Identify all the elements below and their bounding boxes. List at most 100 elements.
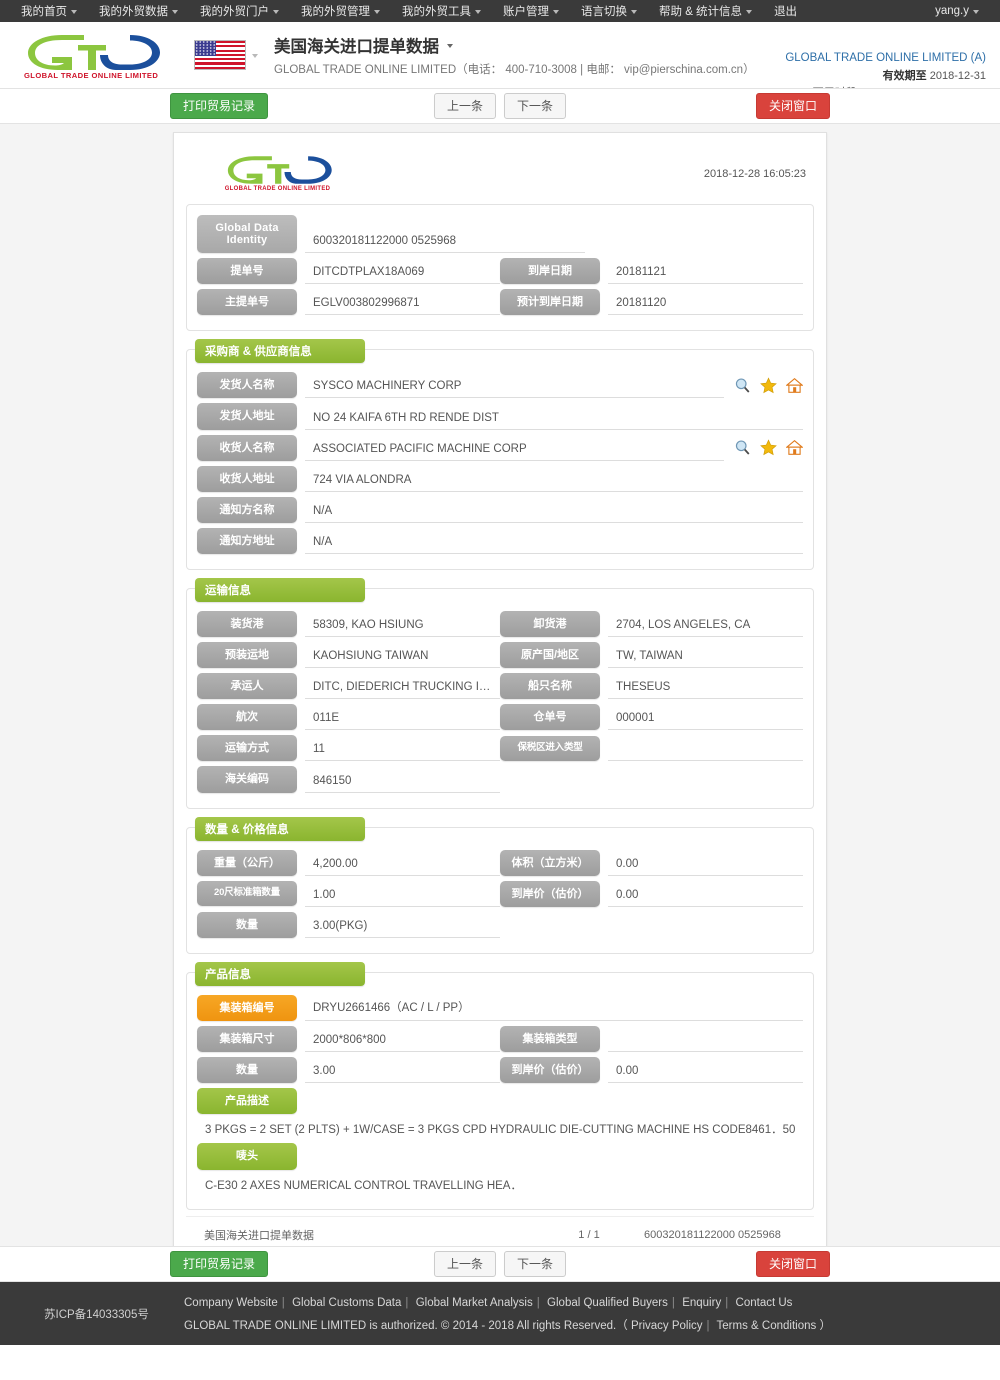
arrival-date-value: 20181121 [608,262,803,285]
sheet-record-id: 600320181122000 0525968 [644,1228,781,1241]
nav-item-account-management[interactable]: 账户管理 [492,0,570,22]
star-icon[interactable] [760,439,777,456]
nav-item-label: 退出 [774,6,798,18]
nav-item-home[interactable]: 我的首页 [10,0,88,22]
chevron-down-icon [475,10,481,14]
nav-item-language-switch[interactable]: 语言切换 [570,0,648,22]
chevron-down-icon [973,10,979,14]
bill-of-lading-no-value: DITCDTPLAX18A069 [305,262,500,285]
footer-link-enquiry[interactable]: Enquiry [682,1297,721,1309]
container-size-value: 2000*806*800 [305,1030,500,1052]
svg-text:GLOBAL TRADE ONLINE LIMITED: GLOBAL TRADE ONLINE LIMITED [225,186,331,192]
close-window-button-bottom[interactable]: 关闭窗口 [755,1250,830,1278]
field-row: 主提单号 EGLV003802996871 预计到岸日期 20181120 [197,289,803,316]
product-description-value: 3 PKGS = 2 SET (2 PLTS) + 1W/CASE = 3 PK… [205,1124,796,1137]
search-icon[interactable] [734,439,751,456]
footer-separator: | [281,1296,285,1309]
print-trade-record-button-bottom[interactable]: 打印贸易记录 [170,1250,269,1278]
footer-license-end: ） [819,1319,831,1332]
chevron-down-icon [172,10,178,14]
product-card: 产品信息 集装箱编号 DRYU2661466（AC / L / PP） 集装箱尺… [186,961,814,1210]
field-row: 装货港 58309, KAO HSIUNG 卸货港 2704, LOS ANGE… [197,610,803,638]
footer-link-terms-conditions[interactable]: Terms & Conditions [717,1320,817,1332]
cif-estimated-label: 到岸价（估价） [500,880,600,907]
chevron-down-icon [553,10,559,14]
footer-link-global-market-analysis[interactable]: Global Market Analysis [416,1297,533,1309]
field-row: 集装箱编号 DRYU2661466（AC / L / PP） [197,994,803,1021]
container-type-label: 集装箱类型 [500,1025,600,1052]
quantity-label: 数量 [197,911,297,938]
field-row: 海关编码 846150 [197,766,803,793]
nav-item-label: 我的外贸数据 [99,6,168,18]
previous-record-button[interactable]: 上一条 [433,92,496,120]
buyer-supplier-card: 采购商 & 供应商信息 发货人名称 SYSCO MACHINERY CORP 发… [186,339,814,570]
chevron-down-icon [746,10,753,14]
consignee-address-label: 收货人地址 [197,465,297,492]
chevron-down-icon [71,10,77,14]
manifest-no-label: 仓单号 [500,704,600,731]
transport-card: 运输信息 装货港 58309, KAO HSIUNG 卸货港 2704, LOS… [186,577,814,809]
nav-item-logout[interactable]: 退出 [763,0,808,22]
nav-item-trade-tools[interactable]: 我的外贸工具 [391,0,492,22]
shipper-address-label: 发货人地址 [197,403,297,430]
container-size-label: 集装箱尺寸 [197,1025,297,1052]
sheet-source-label: 美国海关进口提单数据 [204,1229,314,1242]
nav-item-trade-portal[interactable]: 我的外贸门户 [189,0,290,22]
bill-of-lading-sheet: GLOBAL TRADE ONLINE LIMITED 2018-12-28 1… [173,132,827,1258]
global-data-identity-label: Global Data Identity [197,215,297,254]
search-icon[interactable] [734,377,751,394]
footer-link-privacy-policy[interactable]: Privacy Policy [631,1320,703,1332]
account-expiry: 有效期至 2018-12-31 [785,68,986,85]
footer-link-contact-us[interactable]: Contact Us [736,1297,793,1309]
weight-kg-value: 4,200.00 [305,854,500,876]
consignee-address-value: 724 VIA ALONDRA [305,470,803,492]
identity-card: Global Data Identity 600320181122000 052… [186,204,814,332]
buyer-supplier-legend: 采购商 & 供应商信息 [195,339,365,364]
country-selector[interactable]: ★ ★ ★ ★ ★ ★ ★ ★ ★ ★ ★ ★ ★ ★ ★ ★ ★ ★ ★ ★ ★ ★ ★ ★ ★ ★ ★ ★ ★ ★ [194,40,258,70]
close-window-button[interactable]: 关闭窗口 [755,92,830,120]
next-record-button-bottom[interactable]: 下一条 [504,1250,567,1278]
account-expiry-value: 2018-12-31 [929,69,986,82]
consignee-actions [724,439,803,456]
product-quantity-value: 3.00 [305,1061,500,1084]
footer-separator: | [725,1296,729,1309]
nav-item-help-stats[interactable]: 帮助 & 统计信息 [648,0,763,22]
consignee-name-label: 收货人名称 [197,434,297,461]
product-legend: 产品信息 [195,961,365,986]
transport-mode-label: 运输方式 [197,735,297,762]
hs-code-label: 海关编码 [197,766,297,793]
sheet-footer: 美国海关进口提单数据 1 / 1 600320181122000 0525968 [186,1215,814,1247]
voyage-value: 011E [305,708,500,731]
voyage-label: 航次 [197,704,297,731]
print-trade-record-button[interactable]: 打印贸易记录 [170,92,269,120]
footer-link-global-qualified-buyers[interactable]: Global Qualified Buyers [547,1297,668,1309]
nav-item-label: 我的外贸管理 [301,6,370,18]
record-pager: 上一条 下一条 [433,92,567,120]
field-row: 航次 011E 仓单号 000001 [197,704,803,731]
user-menu[interactable]: yang.y [924,0,990,22]
footer-columns: Company Website | Global Customs Data | Gl… [184,1290,831,1338]
product-quantity-label: 数量 [197,1056,297,1084]
sheet-header: GLOBAL TRADE ONLINE LIMITED 2018-12-28 1… [186,145,814,204]
container-no-label: 集装箱编号 [197,994,297,1021]
nav-item-label: 语言切换 [581,6,627,18]
record-pager-bottom: 上一条 下一条 [433,1250,567,1278]
bonded-entry-type-label: 保税区进入类型 [500,736,600,761]
field-row: 发货人地址 NO 24 KAIFA 6TH RD RENDE DIST [197,403,803,430]
container-no-value: DRYU2661466（AC / L / PP） [305,995,803,1021]
previous-record-button-bottom[interactable]: 上一条 [433,1250,496,1278]
nav-item-trade-data[interactable]: 我的外贸数据 [88,0,189,22]
quantity-price-card: 数量 & 价格信息 重量（公斤） 4,200.00 体积（立方米） 0.00 2… [186,816,814,954]
nav-item-trade-management[interactable]: 我的外贸管理 [290,0,391,22]
footer-link-company-website[interactable]: Company Website [184,1297,278,1309]
page-footer: 苏ICP备14033305号 Company Website | Global C… [0,1282,1000,1345]
footer-link-global-customs-data[interactable]: Global Customs Data [292,1297,401,1309]
account-name[interactable]: GLOBAL TRADE ONLINE LIMITED (A) [785,50,986,68]
chevron-down-icon[interactable] [447,44,453,48]
next-record-button[interactable]: 下一条 [504,92,567,120]
star-icon[interactable] [760,377,777,394]
home-icon[interactable] [786,377,803,394]
port-of-discharge-label: 卸货港 [500,610,600,638]
quantity-value: 3.00(PKG) [305,916,500,938]
home-icon[interactable] [786,439,803,456]
